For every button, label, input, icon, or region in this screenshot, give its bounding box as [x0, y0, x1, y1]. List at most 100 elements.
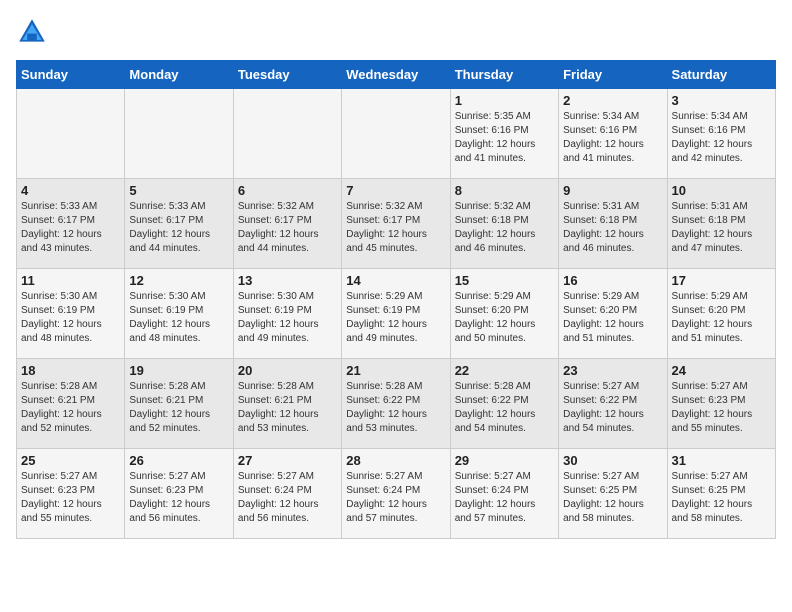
day-number: 12: [129, 273, 228, 288]
calendar-cell: 25 Sunrise: 5:27 AM Sunset: 6:23 PM Dayli…: [17, 449, 125, 539]
calendar-cell: 20 Sunrise: 5:28 AM Sunset: 6:21 PM Dayli…: [233, 359, 341, 449]
day-number: 26: [129, 453, 228, 468]
calendar-week-row: 4Sunrise: 5:33 AM Sunset: 6:17 PM Daylig…: [17, 179, 776, 269]
header-friday: Friday: [559, 61, 667, 89]
calendar-week-row: 1Sunrise: 5:35 AM Sunset: 6:16 PM Daylig…: [17, 89, 776, 179]
day-number: 3: [672, 93, 771, 108]
header-sunday: Sunday: [17, 61, 125, 89]
day-info: Sunrise: 5:31 AM Sunset: 6:18 PM Dayligh…: [672, 200, 771, 256]
day-info: Sunrise: 5:30 AM Sunset: 6:19 PM Dayligh…: [21, 290, 120, 346]
header-thursday: Thursday: [450, 61, 558, 89]
day-number: 22: [455, 363, 554, 378]
calendar-cell: 18 Sunrise: 5:28 AM Sunset: 6:21 PM Dayli…: [17, 359, 125, 449]
day-number: 27: [238, 453, 337, 468]
calendar-cell: 5 Sunrise: 5:33 AM Sunset: 6:17 PM Daylig…: [125, 179, 233, 269]
calendar-cell: 21 Sunrise: 5:28 AM Sunset: 6:22 PM Dayli…: [342, 359, 450, 449]
day-info: Sunrise: 5:27 AM Sunset: 6:23 PM Dayligh…: [129, 470, 228, 526]
day-info: Sunrise: 5:27 AM Sunset: 6:25 PM Dayligh…: [672, 470, 771, 526]
calendar-cell: 30Sunrise: 5:27 AM Sunset: 6:25 PM Dayli…: [559, 449, 667, 539]
calendar-cell: 29 Sunrise: 5:27 AM Sunset: 6:24 PM Dayli…: [450, 449, 558, 539]
calendar-cell: 19 Sunrise: 5:28 AM Sunset: 6:21 PM Dayli…: [125, 359, 233, 449]
day-number: 24: [672, 363, 771, 378]
calendar-table: SundayMondayTuesdayWednesdayThursdayFrid…: [16, 60, 776, 539]
calendar-week-row: 18 Sunrise: 5:28 AM Sunset: 6:21 PM Dayli…: [17, 359, 776, 449]
day-info: Sunrise: 5:29 AM Sunset: 6:20 PM Dayligh…: [672, 290, 771, 346]
day-number: 17: [672, 273, 771, 288]
logo: [16, 16, 52, 48]
day-info: Sunrise: 5:28 AM Sunset: 6:22 PM Dayligh…: [346, 380, 445, 436]
header-saturday: Saturday: [667, 61, 775, 89]
calendar-cell: 8 Sunrise: 5:32 AM Sunset: 6:18 PM Daylig…: [450, 179, 558, 269]
calendar-cell: 31 Sunrise: 5:27 AM Sunset: 6:25 PM Dayli…: [667, 449, 775, 539]
day-number: 5: [129, 183, 228, 198]
day-info: Sunrise: 5:27 AM Sunset: 6:23 PM Dayligh…: [672, 380, 771, 436]
day-number: 19: [129, 363, 228, 378]
calendar-cell: 9 Sunrise: 5:31 AM Sunset: 6:18 PM Daylig…: [559, 179, 667, 269]
calendar-cell: 12 Sunrise: 5:30 AM Sunset: 6:19 PM Dayli…: [125, 269, 233, 359]
day-info: Sunrise: 5:30 AM Sunset: 6:19 PM Dayligh…: [129, 290, 228, 346]
calendar-cell: 11 Sunrise: 5:30 AM Sunset: 6:19 PM Dayli…: [17, 269, 125, 359]
day-info: Sunrise: 5:31 AM Sunset: 6:18 PM Dayligh…: [563, 200, 662, 256]
calendar-cell: 6Sunrise: 5:32 AM Sunset: 6:17 PM Daylig…: [233, 179, 341, 269]
calendar-cell: 23Sunrise: 5:27 AM Sunset: 6:22 PM Dayli…: [559, 359, 667, 449]
calendar-header-row: SundayMondayTuesdayWednesdayThursdayFrid…: [17, 61, 776, 89]
calendar-cell: 16 Sunrise: 5:29 AM Sunset: 6:20 PM Dayli…: [559, 269, 667, 359]
day-info: Sunrise: 5:27 AM Sunset: 6:24 PM Dayligh…: [455, 470, 554, 526]
calendar-cell: [125, 89, 233, 179]
day-info: Sunrise: 5:32 AM Sunset: 6:17 PM Dayligh…: [346, 200, 445, 256]
logo-icon: [16, 16, 48, 48]
day-number: 8: [455, 183, 554, 198]
day-info: Sunrise: 5:29 AM Sunset: 6:19 PM Dayligh…: [346, 290, 445, 346]
calendar-cell: 26 Sunrise: 5:27 AM Sunset: 6:23 PM Dayli…: [125, 449, 233, 539]
day-number: 29: [455, 453, 554, 468]
day-info: Sunrise: 5:33 AM Sunset: 6:17 PM Dayligh…: [129, 200, 228, 256]
day-info: Sunrise: 5:32 AM Sunset: 6:18 PM Dayligh…: [455, 200, 554, 256]
day-info: Sunrise: 5:28 AM Sunset: 6:22 PM Dayligh…: [455, 380, 554, 436]
day-info: Sunrise: 5:28 AM Sunset: 6:21 PM Dayligh…: [238, 380, 337, 436]
day-number: 20: [238, 363, 337, 378]
calendar-cell: 17 Sunrise: 5:29 AM Sunset: 6:20 PM Dayli…: [667, 269, 775, 359]
day-info: Sunrise: 5:29 AM Sunset: 6:20 PM Dayligh…: [455, 290, 554, 346]
day-number: 21: [346, 363, 445, 378]
day-info: Sunrise: 5:30 AM Sunset: 6:19 PM Dayligh…: [238, 290, 337, 346]
calendar-week-row: 25 Sunrise: 5:27 AM Sunset: 6:23 PM Dayli…: [17, 449, 776, 539]
day-number: 14: [346, 273, 445, 288]
day-info: Sunrise: 5:35 AM Sunset: 6:16 PM Dayligh…: [455, 110, 554, 166]
day-info: Sunrise: 5:27 AM Sunset: 6:24 PM Dayligh…: [238, 470, 337, 526]
calendar-cell: 1Sunrise: 5:35 AM Sunset: 6:16 PM Daylig…: [450, 89, 558, 179]
calendar-cell: 10Sunrise: 5:31 AM Sunset: 6:18 PM Dayli…: [667, 179, 775, 269]
calendar-cell: 24 Sunrise: 5:27 AM Sunset: 6:23 PM Dayli…: [667, 359, 775, 449]
day-info: Sunrise: 5:33 AM Sunset: 6:17 PM Dayligh…: [21, 200, 120, 256]
page-header: [16, 16, 776, 48]
calendar-cell: 3 Sunrise: 5:34 AM Sunset: 6:16 PM Daylig…: [667, 89, 775, 179]
day-number: 13: [238, 273, 337, 288]
day-number: 11: [21, 273, 120, 288]
day-number: 23: [563, 363, 662, 378]
day-info: Sunrise: 5:28 AM Sunset: 6:21 PM Dayligh…: [129, 380, 228, 436]
header-wednesday: Wednesday: [342, 61, 450, 89]
calendar-cell: [17, 89, 125, 179]
day-info: Sunrise: 5:32 AM Sunset: 6:17 PM Dayligh…: [238, 200, 337, 256]
day-info: Sunrise: 5:27 AM Sunset: 6:23 PM Dayligh…: [21, 470, 120, 526]
calendar-cell: [342, 89, 450, 179]
day-number: 18: [21, 363, 120, 378]
day-number: 9: [563, 183, 662, 198]
calendar-cell: 7Sunrise: 5:32 AM Sunset: 6:17 PM Daylig…: [342, 179, 450, 269]
day-number: 2: [563, 93, 662, 108]
day-number: 25: [21, 453, 120, 468]
day-info: Sunrise: 5:34 AM Sunset: 6:16 PM Dayligh…: [563, 110, 662, 166]
day-number: 31: [672, 453, 771, 468]
calendar-cell: 15Sunrise: 5:29 AM Sunset: 6:20 PM Dayli…: [450, 269, 558, 359]
day-info: Sunrise: 5:28 AM Sunset: 6:21 PM Dayligh…: [21, 380, 120, 436]
calendar-cell: 13 Sunrise: 5:30 AM Sunset: 6:19 PM Dayli…: [233, 269, 341, 359]
header-monday: Monday: [125, 61, 233, 89]
calendar-cell: [233, 89, 341, 179]
calendar-cell: 2 Sunrise: 5:34 AM Sunset: 6:16 PM Daylig…: [559, 89, 667, 179]
calendar-week-row: 11 Sunrise: 5:30 AM Sunset: 6:19 PM Dayli…: [17, 269, 776, 359]
day-info: Sunrise: 5:34 AM Sunset: 6:16 PM Dayligh…: [672, 110, 771, 166]
day-info: Sunrise: 5:29 AM Sunset: 6:20 PM Dayligh…: [563, 290, 662, 346]
day-number: 16: [563, 273, 662, 288]
calendar-cell: 14 Sunrise: 5:29 AM Sunset: 6:19 PM Dayli…: [342, 269, 450, 359]
calendar-cell: 28Sunrise: 5:27 AM Sunset: 6:24 PM Dayli…: [342, 449, 450, 539]
calendar-cell: 27 Sunrise: 5:27 AM Sunset: 6:24 PM Dayli…: [233, 449, 341, 539]
